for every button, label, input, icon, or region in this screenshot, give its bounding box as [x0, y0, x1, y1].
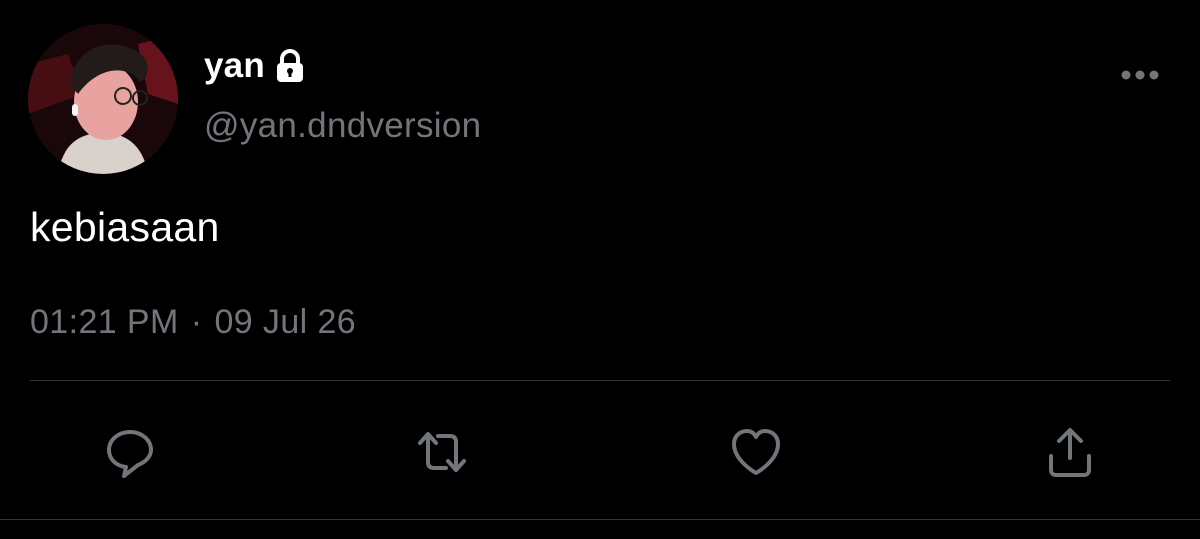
share-icon	[1049, 428, 1091, 477]
meta-separator: ·	[190, 303, 203, 341]
tweet-time: 01:21 PM	[30, 303, 179, 341]
tweet-detail: yan @yan.dndversion kebiasaan 01:21 PM ·…	[0, 0, 1200, 539]
reply-icon	[107, 430, 153, 478]
share-button[interactable]	[1038, 420, 1102, 484]
tweet-date: 09 Jul 26	[214, 303, 357, 341]
display-name-row: yan	[204, 46, 481, 86]
divider	[30, 380, 1170, 381]
action-bar	[0, 420, 1200, 484]
author-names: yan @yan.dndversion	[204, 46, 481, 146]
user-handle[interactable]: @yan.dndversion	[204, 106, 481, 146]
divider	[0, 519, 1200, 520]
reply-button[interactable]	[98, 420, 162, 484]
display-name[interactable]: yan	[204, 46, 265, 86]
tweet-header: yan @yan.dndversion	[28, 24, 1172, 174]
lock-icon	[275, 49, 305, 83]
more-horizontal-icon[interactable]	[1120, 68, 1160, 82]
retweet-button[interactable]	[410, 420, 474, 484]
like-button[interactable]	[724, 420, 788, 484]
tweet-text: kebiasaan	[30, 204, 220, 250]
avatar-photo	[28, 24, 178, 174]
avatar[interactable]	[28, 24, 178, 174]
heart-icon	[732, 429, 780, 475]
retweet-icon	[418, 432, 466, 472]
tweet-timestamp[interactable]: 01:21 PM · 09 Jul 26	[30, 303, 356, 342]
